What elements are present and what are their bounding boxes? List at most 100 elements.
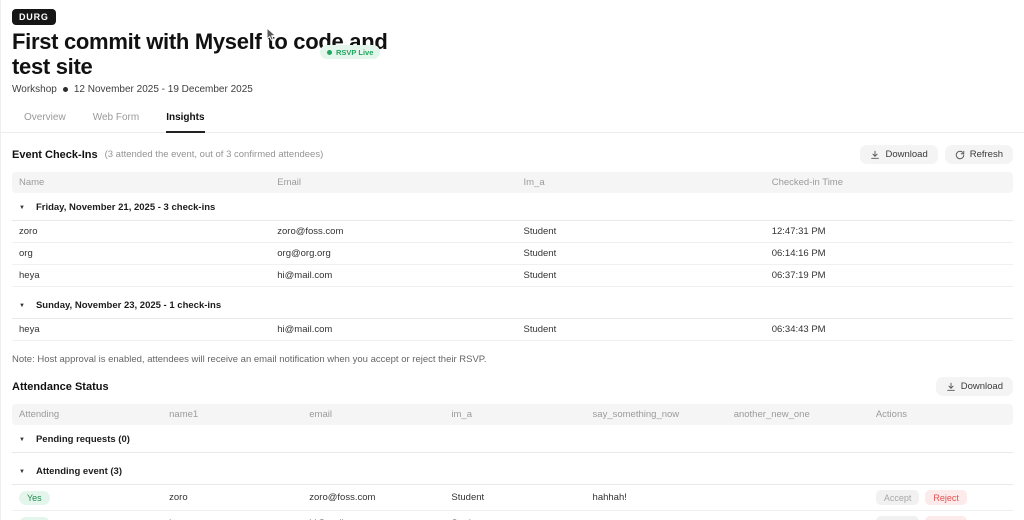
column-header-im-a: im_a [451, 409, 472, 421]
checkin-row: heya hi@mail.com Student 06:34:43 PM [12, 319, 1013, 342]
name-cell: heya [19, 270, 40, 282]
checkin-row: heya hi@mail.com Student 06:37:19 PM [12, 265, 1013, 288]
attendance-row: Yes zoro zoro@foss.com Student hahhah! Accept… [12, 485, 1013, 512]
accept-button[interactable]: Accept [875, 490, 920, 506]
say-something-now-cell: hahhah! [592, 492, 627, 504]
event-meta: Workshop 12 November 2025 - 19 December … [12, 84, 1013, 95]
tab-insights[interactable]: Insights [166, 108, 205, 134]
checkin-row: org org@org.org Student 06:14:16 PM [12, 243, 1013, 266]
attendance-table-header: Attending name1 email im_a say_something… [12, 404, 1013, 426]
checkins-download-label: Download [885, 149, 928, 161]
name-cell: org [19, 248, 33, 260]
checkins-actions: Download Refresh [860, 145, 1013, 165]
download-icon [870, 150, 880, 160]
attendance-group-label: Attending event (3) [35, 466, 122, 478]
actions-cell: Accept Reject [869, 511, 1013, 520]
event-category: Workshop [12, 84, 57, 96]
checkins-refresh-button[interactable]: Refresh [944, 145, 1013, 165]
column-header-say-something-now: say_something_now [592, 409, 680, 421]
checkin-group-label: Friday, November 21, 2025 - 3 check-ins [35, 202, 216, 214]
attendance-title: Attendance Status [12, 380, 109, 393]
page-title-line1: First commit with Myself to code and [12, 29, 388, 54]
checkins-subtitle: (3 attended the event, out of 3 confirme… [104, 149, 324, 161]
live-dot-icon [327, 49, 332, 55]
column-header-name: Name [19, 177, 45, 189]
triangle-down-icon: ▼ [19, 302, 25, 309]
column-header-name1: name1 [169, 409, 199, 421]
brand-logo: DURG [12, 9, 56, 25]
attendance-actions: Download [935, 377, 1013, 397]
column-header-actions: Actions [875, 409, 907, 421]
page-title: First commit with Myself to code and tes… [12, 29, 1013, 79]
status-badge-label: RSVP Live [336, 47, 374, 57]
column-header-checked-in-time: Checked-in Time [771, 177, 843, 189]
name-cell: heya [19, 324, 40, 336]
checkins-download-button[interactable]: Download [860, 145, 938, 165]
tab-web-form[interactable]: Web Form [93, 108, 140, 132]
email-cell: hi@mail.com [302, 513, 444, 520]
checkin-group: ▼ Friday, November 21, 2025 - 3 check-ins… [12, 196, 1013, 288]
event-date-range: 12 November 2025 - 19 December 2025 [73, 84, 253, 96]
another-new-one-cell [727, 493, 869, 503]
page: DURG First commit with Myself to code an… [1, 0, 1024, 520]
attendance-group-toggle[interactable]: ▼ Attending event (3) [12, 460, 1013, 486]
reject-button[interactable]: Reject [925, 490, 967, 506]
checkins-section-header: Event Check-Ins (3 attended the event, o… [12, 145, 1013, 165]
download-icon [946, 382, 956, 392]
checkins-table-body: ▼ Friday, November 21, 2025 - 3 check-ins… [12, 196, 1013, 342]
column-header-im-a: Im_a [523, 177, 545, 189]
checkin-group-label: Sunday, November 23, 2025 - 1 check-ins [35, 300, 222, 312]
title-area: First commit with Myself to code and tes… [12, 26, 1013, 79]
checkins-refresh-label: Refresh [969, 149, 1003, 161]
triangle-down-icon: ▼ [19, 204, 25, 211]
checkin-row: zoro zoro@foss.com Student 12:47:31 PM [12, 221, 1013, 244]
column-header-email: email [309, 409, 332, 421]
checked-in-time-cell: 06:14:16 PM [771, 248, 826, 260]
name1-cell: heya [162, 513, 302, 520]
actions-cell: Accept Reject [869, 485, 1013, 510]
column-header-another-new-one: another_new_one [733, 409, 810, 421]
checkin-group: ▼ Sunday, November 23, 2025 - 1 check-ins… [12, 294, 1013, 342]
tab-overview[interactable]: Overview [24, 108, 66, 132]
separator-dot-icon [62, 87, 68, 93]
mouse-cursor-icon [265, 26, 278, 47]
im-a-cell: Student [444, 513, 585, 520]
im-a-cell: Student [523, 324, 557, 336]
attending-cell: Yes [12, 486, 162, 510]
accept-button[interactable]: Accept [875, 516, 920, 520]
name1-cell: zoro [169, 492, 188, 504]
triangle-down-icon: ▼ [19, 436, 25, 443]
column-header-email: Email [277, 177, 302, 189]
checkin-group-toggle[interactable]: ▼ Sunday, November 23, 2025 - 1 check-ins [12, 294, 1013, 320]
column-header-attending: Attending [19, 409, 60, 421]
attendance-download-label: Download [960, 381, 1003, 393]
triangle-down-icon: ▼ [19, 468, 25, 475]
name-cell: zoro [19, 226, 38, 238]
checkin-group-toggle[interactable]: ▼ Friday, November 21, 2025 - 3 check-ins [12, 196, 1013, 222]
attendance-table-body: ▼ Pending requests (0) ▼ Attending event (3… [12, 428, 1013, 520]
attending-badge: Yes [19, 516, 50, 520]
im-a-cell: Student [451, 492, 485, 504]
attendance-row: Yes heyahi@mail.comStudent Accept Reject [12, 511, 1013, 520]
attendance-download-button[interactable]: Download [935, 377, 1013, 397]
reject-button[interactable]: Reject [925, 516, 967, 520]
im-a-cell: Student [523, 270, 557, 282]
attendance-group: ▼ Attending event (3) Yes zoro zoro@foss.com… [12, 460, 1013, 520]
attendance-section-header: Attendance Status Download [12, 377, 1013, 397]
email-cell: hi@mail.com [277, 270, 333, 282]
checkins-table-header: Name Email Im_a Checked-in Time [12, 172, 1013, 194]
email-cell: org@org.org [277, 248, 331, 260]
page-title-line2: test site [12, 54, 93, 80]
host-approval-note: Note: Host approval is enabled, attendee… [12, 354, 487, 366]
attending-badge: Yes [19, 490, 50, 505]
email-cell: zoro@foss.com [277, 226, 344, 238]
status-badge: RSVP Live [320, 45, 381, 59]
im-a-cell: Student [523, 226, 557, 238]
email-cell: zoro@foss.com [309, 492, 376, 504]
attendance-group-label: Pending requests (0) [35, 434, 130, 446]
tab-bar: Overview Web Form Insights [1, 108, 1024, 134]
checked-in-time-cell: 06:37:19 PM [771, 270, 826, 282]
checked-in-time-cell: 12:47:31 PM [771, 226, 826, 238]
attendance-group-toggle[interactable]: ▼ Pending requests (0) [12, 428, 1013, 454]
checked-in-time-cell: 06:34:43 PM [771, 324, 826, 336]
